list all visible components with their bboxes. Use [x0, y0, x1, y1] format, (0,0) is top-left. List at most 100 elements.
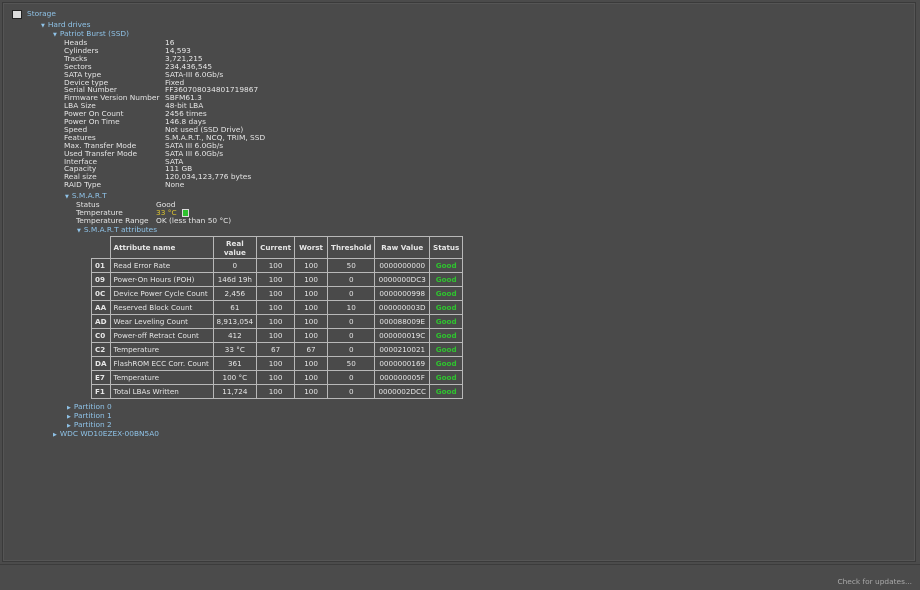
table-row: AA Reserved Block Count 61 100 100 10 00000000… [91, 300, 464, 315]
smart-range-value: OK (less than 50 °C) [156, 216, 232, 225]
table-cell: 100 [294, 370, 329, 385]
smart-node[interactable]: ▼ S.M.A.R.T [65, 191, 107, 200]
table-cell: Temperature [109, 342, 214, 357]
table-cell: 146d 19h [212, 272, 258, 287]
check-updates-link[interactable]: Check for updates... [837, 577, 912, 586]
table-cell: 100 [256, 286, 296, 301]
table-cell: 0000000000 [374, 258, 431, 273]
table-cell: 100 [294, 300, 329, 315]
table-cell: 100 [256, 328, 296, 343]
attribute-id: E7 [91, 370, 111, 385]
table-cell: 100 [256, 384, 296, 399]
table-cell: 0000000169 [374, 356, 431, 371]
status-cell: Good [429, 384, 464, 399]
table-cell: 100 [294, 384, 329, 399]
table-cell: 0 [212, 258, 258, 273]
table-row: F1 Total LBAs Written 11,724 100 100 0 0000002… [91, 384, 464, 399]
column-header: Raw Value [374, 236, 431, 259]
partition-1-node[interactable]: ▶ Partition 1 [67, 411, 112, 420]
attribute-id: 09 [91, 272, 111, 287]
partition-2-node[interactable]: ▶ Partition 2 [67, 420, 112, 429]
table-cell: 100 [256, 258, 296, 273]
table-cell: 0 [327, 272, 376, 287]
table-cell: 33 °C [212, 342, 258, 357]
table-row: AD Wear Leveling Count 8,913,054 100 100 0 000… [91, 314, 464, 329]
table-cell: Total LBAs Written [109, 384, 214, 399]
table-cell: 67 [294, 342, 329, 357]
status-cell: Good [429, 370, 464, 385]
column-header: Real value [212, 236, 258, 259]
content-panel: Storage ▼ Hard drives ▼ Patriot Burst (SSD… [2, 2, 916, 562]
table-cell: 100 [294, 272, 329, 287]
table-cell: 0 [327, 384, 376, 399]
attribute-id: DA [91, 356, 111, 371]
table-cell: Power-On Hours (POH) [109, 272, 214, 287]
table-cell: 100 [256, 272, 296, 287]
table-cell: 0000000DC3 [374, 272, 431, 287]
column-header: Attribute name [109, 236, 214, 259]
table-cell: 0 [327, 370, 376, 385]
table-cell: 0 [327, 342, 376, 357]
table-cell: 50 [327, 258, 376, 273]
table-cell: 100 [294, 356, 329, 371]
table-cell: 100 [294, 328, 329, 343]
attribute-id: C2 [91, 342, 111, 357]
table-cell: 0000000998 [374, 286, 431, 301]
table-cell: 8,913,054 [212, 314, 258, 329]
table-cell: 67 [256, 342, 296, 357]
collapsed-arrow-icon: ▶ [53, 432, 57, 438]
table-cell: 100 [256, 370, 296, 385]
property-label: RAID Type [64, 180, 102, 190]
table-cell: 000000003D [374, 300, 431, 315]
table-cell: 2,456 [212, 286, 258, 301]
table-cell: 61 [212, 300, 258, 315]
attribute-id: F1 [91, 384, 111, 399]
smart-attributes-node[interactable]: ▼ S.M.A.R.T attributes [77, 225, 157, 234]
table-cell: 100 [294, 314, 329, 329]
table-cell: 10 [327, 300, 376, 315]
status-cell: Good [429, 328, 464, 343]
table-cell: 000000019C [374, 328, 431, 343]
table-cell: 100 [294, 286, 329, 301]
status-cell: Good [429, 272, 464, 287]
column-header: Worst [294, 236, 329, 259]
table-row: E7 Temperature 100 °C 100 100 0 000000005F Good [91, 370, 464, 385]
table-cell: 100 [256, 356, 296, 371]
table-cell: 000000005F [374, 370, 431, 385]
attribute-id: C0 [91, 328, 111, 343]
wdc-drive-node[interactable]: ▶ WDC WD10EZEX-00BN5A0 [53, 429, 159, 438]
table-cell: 11,724 [212, 384, 258, 399]
table-cell: 0 [327, 286, 376, 301]
partition-0-node[interactable]: ▶ Partition 0 [67, 402, 112, 411]
table-cell: 361 [212, 356, 258, 371]
table-cell: 100 °C [212, 370, 258, 385]
attribute-id: 0C [91, 286, 111, 301]
table-row: C2 Temperature 33 °C 67 67 0 0000210021 Good [91, 342, 464, 357]
status-cell: Good [429, 258, 464, 273]
hard-drives-node[interactable]: ▼ Hard drives [41, 20, 90, 29]
status-cell: Good [429, 314, 464, 329]
storage-icon [12, 9, 22, 19]
table-cell: 0000002DCC [374, 384, 431, 399]
table-cell: Reserved Block Count [109, 300, 214, 315]
smart-range-label: Temperature Range [76, 216, 149, 225]
table-cell: Temperature [109, 370, 214, 385]
drive-node[interactable]: ▼ Patriot Burst (SSD) [53, 29, 129, 38]
column-header: Status [429, 236, 464, 259]
table-cell: Device Power Cycle Count [109, 286, 214, 301]
storage-node[interactable]: Storage [12, 9, 56, 19]
attribute-id: AA [91, 300, 111, 315]
table-row: C0 Power-off Retract Count 412 100 100 0 00000… [91, 328, 464, 343]
expanded-arrow-icon: ▼ [53, 32, 57, 38]
expanded-arrow-icon: ▼ [41, 23, 45, 29]
expanded-arrow-icon: ▼ [77, 228, 81, 234]
table-cell: 000088009E [374, 314, 431, 329]
status-cell: Good [429, 342, 464, 357]
table-cell: 100 [294, 258, 329, 273]
table-row: 01 Read Error Rate 0 100 100 50 0000000000 Good [91, 258, 464, 273]
table-cell: Wear Leveling Count [109, 314, 214, 329]
table-cell: 0 [327, 314, 376, 329]
table-cell: 0000210021 [374, 342, 431, 357]
table-cell: 412 [212, 328, 258, 343]
table-row: 0C Device Power Cycle Count 2,456 100 100 0 00… [91, 286, 464, 301]
